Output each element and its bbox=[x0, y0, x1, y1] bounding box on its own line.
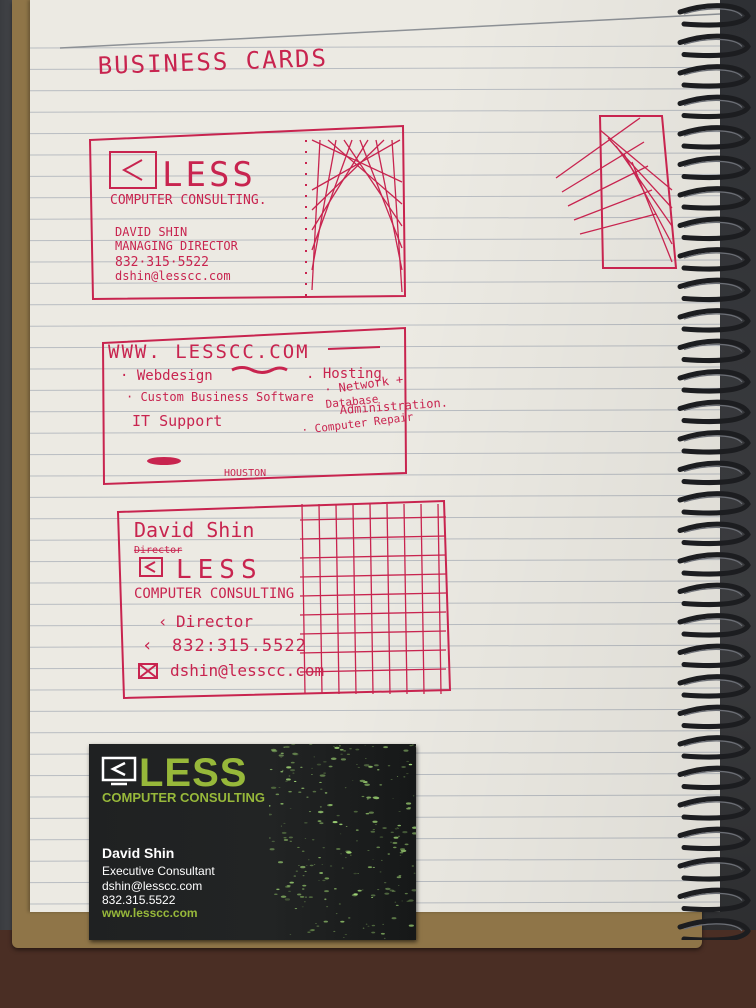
sketch-back-url: WWW. LESSCC.COM bbox=[108, 341, 310, 363]
card-name: David Shin bbox=[102, 845, 175, 861]
sketch-front-hatching bbox=[311, 139, 403, 293]
card-phone: 832.315.5522 bbox=[102, 893, 176, 907]
sketch-front-title: MANAGING DIRECTOR bbox=[115, 239, 239, 253]
sketch-front-tagline: COMPUTER CONSULTING. bbox=[110, 193, 267, 208]
sketch-back-city: HOUSTON bbox=[224, 468, 266, 479]
sketch-alt-card: David Shin Director LESS COMPUTER CONSUL… bbox=[116, 499, 452, 700]
sketch-alt-email: dshin@lesscc.com bbox=[170, 661, 324, 680]
sketch-alt-brand: LESS bbox=[176, 555, 263, 585]
sketch-alt-struck-title: Director bbox=[134, 545, 182, 556]
photo-scene: BUSINESS CARDS LESS COMPUTER CONSULTING.… bbox=[0, 0, 756, 1008]
sketch-back-card: WWW. LESSCC.COM · Webdesign · Custom Bus… bbox=[101, 326, 448, 486]
sketch-back-service: IT Support bbox=[132, 412, 222, 430]
sketch-front-card: LESS COMPUTER CONSULTING. DAVID SHIN MAN… bbox=[88, 124, 407, 301]
sketch-front-name: DAVID SHIN bbox=[115, 225, 187, 239]
chevron-icon: ‹ bbox=[158, 612, 168, 631]
scribble-mark bbox=[147, 457, 181, 465]
sketch-front-brand: LESS bbox=[162, 155, 256, 195]
crossed-out-sketch bbox=[555, 115, 678, 269]
computer-logo-icon bbox=[109, 151, 157, 189]
business-card: LESS COMPUTER CONSULTING David Shin Exec… bbox=[89, 744, 416, 940]
envelope-icon bbox=[138, 663, 158, 679]
card-tagline: COMPUTER CONSULTING bbox=[102, 790, 265, 805]
card-website: www.lesscc.com bbox=[102, 906, 198, 920]
card-dot-pattern bbox=[269, 744, 416, 939]
phone-chevron-icon: ‹ bbox=[142, 635, 153, 656]
sketch-alt-phone: 832:315.5522 bbox=[172, 636, 307, 656]
sketch-alt-title: Director bbox=[176, 612, 253, 631]
card-title: Executive Consultant bbox=[102, 864, 215, 878]
computer-logo-icon bbox=[139, 557, 163, 577]
sketch-back-service: · Webdesign bbox=[120, 368, 213, 384]
sketch-back-service: · Custom Business Software bbox=[126, 390, 314, 404]
sketch-front-email: dshin@lesscc.com bbox=[115, 269, 231, 283]
card-email: dshin@lesscc.com bbox=[102, 879, 203, 893]
sketch-front-phone: 832·315·5522 bbox=[115, 255, 209, 270]
page-heading: BUSINESS CARDS bbox=[97, 44, 328, 80]
monitor-logo-icon bbox=[101, 756, 137, 786]
sketch-alt-tagline: COMPUTER CONSULTING bbox=[134, 586, 294, 602]
sketch-alt-name: David Shin bbox=[134, 518, 254, 542]
